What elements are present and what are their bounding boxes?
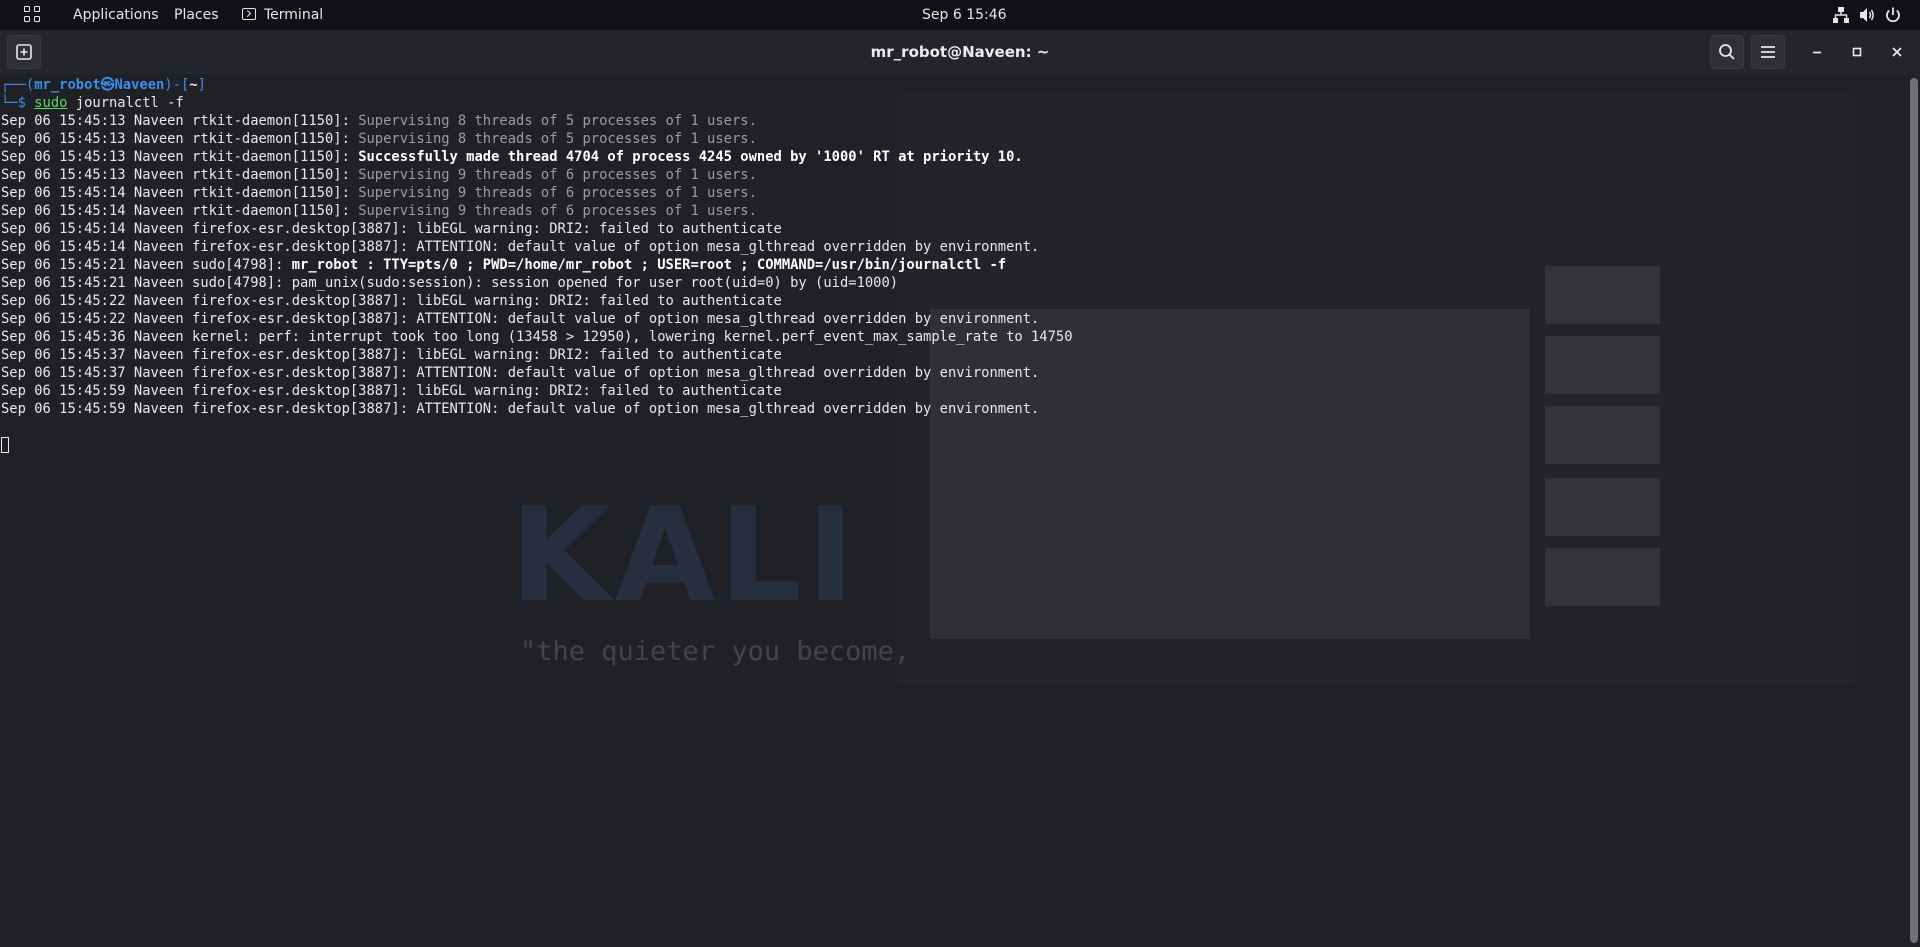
- log-prefix: Sep 06 15:45:37 Naveen firefox-esr.deskt…: [1, 347, 417, 363]
- log-message: libEGL warning: DRI2: failed to authenti…: [416, 347, 782, 363]
- log-line: Sep 06 15:45:22 Naveen firefox-esr.deskt…: [1, 292, 782, 310]
- log-message: libEGL warning: DRI2: failed to authenti…: [416, 221, 782, 237]
- scrollbar-thumb[interactable]: [1910, 78, 1918, 943]
- log-prefix: Sep 06 15:45:59 Naveen firefox-esr.deskt…: [1, 383, 417, 399]
- prompt-close: ]: [197, 77, 206, 93]
- search-button[interactable]: [1710, 35, 1744, 69]
- apps-grid-icon[interactable]: [24, 6, 42, 24]
- terminal-titlebar: mr_robot@Naveen: ~: [0, 30, 1920, 74]
- log-prefix: Sep 06 15:45:13 Naveen rtkit-daemon[1150…: [1, 167, 359, 183]
- log-message: libEGL warning: DRI2: failed to authenti…: [416, 293, 782, 309]
- log-message: Supervising 8 threads of 5 processes of …: [358, 113, 757, 129]
- prompt-line-1: ┌──(mr_robot㉿Naveen)-[~]: [1, 76, 206, 94]
- log-prefix: Sep 06 15:45:13 Naveen rtkit-daemon[1150…: [1, 149, 359, 165]
- log-prefix: Sep 06 15:45:36 Naveen kernel:: [1, 329, 259, 345]
- log-prefix: Sep 06 15:45:13 Naveen rtkit-daemon[1150…: [1, 131, 359, 147]
- log-message: ATTENTION: default value of option mesa_…: [416, 401, 1040, 417]
- log-prefix: Sep 06 15:45:13 Naveen rtkit-daemon[1150…: [1, 113, 359, 129]
- log-line: Sep 06 15:45:37 Naveen firefox-esr.deskt…: [1, 346, 782, 364]
- minimize-icon[interactable]: [1805, 40, 1829, 64]
- terminal-output: ┌──(mr_robot㉿Naveen)-[~] └─$ sudo journa…: [0, 74, 1900, 947]
- log-prefix: Sep 06 15:45:22 Naveen firefox-esr.deskt…: [1, 293, 417, 309]
- prompt-open: ┌──(: [1, 77, 35, 93]
- maximize-icon[interactable]: [1845, 40, 1869, 64]
- search-icon: [1719, 44, 1735, 60]
- log-prefix: Sep 06 15:45:14 Naveen rtkit-daemon[1150…: [1, 203, 359, 219]
- log-prefix: Sep 06 15:45:59 Naveen firefox-esr.deskt…: [1, 401, 417, 417]
- log-line: Sep 06 15:45:22 Naveen firefox-esr.deskt…: [1, 310, 1039, 328]
- log-line: Sep 06 15:45:13 Naveen rtkit-daemon[1150…: [1, 166, 757, 184]
- log-line: Sep 06 15:45:21 Naveen sudo[4798]: mr_ro…: [1, 256, 1006, 274]
- menu-button[interactable]: [1751, 35, 1785, 69]
- log-message: ATTENTION: default value of option mesa_…: [416, 239, 1040, 255]
- terminal-cursor: [1, 437, 9, 453]
- log-prefix: Sep 06 15:45:14 Naveen firefox-esr.deskt…: [1, 239, 417, 255]
- log-message: Supervising 9 threads of 6 processes of …: [358, 167, 757, 183]
- prompt-user: mr_robot㉿Naveen: [34, 77, 165, 93]
- log-prefix: Sep 06 15:45:21 Naveen sudo[4798]:: [1, 257, 292, 273]
- terminal-icon: [242, 8, 256, 20]
- log-message: pam_unix(sudo:session): session opened f…: [291, 275, 899, 291]
- prompt-dir: ~: [189, 77, 198, 93]
- log-line: Sep 06 15:45:37 Naveen firefox-esr.deskt…: [1, 364, 1039, 382]
- log-line: Sep 06 15:45:13 Naveen rtkit-daemon[1150…: [1, 112, 757, 130]
- log-line: Sep 06 15:45:13 Naveen rtkit-daemon[1150…: [1, 130, 757, 148]
- volume-icon[interactable]: [1858, 6, 1876, 24]
- log-message: Supervising 9 threads of 6 processes of …: [358, 185, 757, 201]
- log-line: Sep 06 15:45:59 Naveen firefox-esr.deskt…: [1, 382, 782, 400]
- log-line: Sep 06 15:45:13 Naveen rtkit-daemon[1150…: [1, 148, 1023, 166]
- hamburger-menu-icon: [1761, 46, 1775, 58]
- network-icon[interactable]: [1832, 6, 1850, 24]
- close-icon[interactable]: [1885, 40, 1909, 64]
- terminal-taskbar-label: Terminal: [264, 7, 324, 23]
- log-message: ATTENTION: default value of option mesa_…: [416, 311, 1040, 327]
- log-line: Sep 06 15:45:14 Naveen rtkit-daemon[1150…: [1, 184, 757, 202]
- prompt-mid: )-[: [164, 77, 190, 93]
- log-line: Sep 06 15:45:14 Naveen firefox-esr.deskt…: [1, 220, 782, 238]
- places-menu[interactable]: Places: [174, 0, 219, 30]
- applications-menu[interactable]: Applications: [73, 0, 159, 30]
- log-line: Sep 06 15:45:14 Naveen rtkit-daemon[1150…: [1, 202, 757, 220]
- command-args: journalctl -f: [67, 95, 184, 111]
- log-message: Supervising 8 threads of 5 processes of …: [358, 131, 757, 147]
- log-prefix: Sep 06 15:45:21 Naveen sudo[4798]:: [1, 275, 292, 291]
- prompt-arrow: └─$: [1, 95, 35, 111]
- log-prefix: Sep 06 15:45:14 Naveen firefox-esr.deskt…: [1, 221, 417, 237]
- log-message: perf: interrupt took too long (13458 > 1…: [258, 329, 1073, 345]
- log-prefix: Sep 06 15:45:14 Naveen rtkit-daemon[1150…: [1, 185, 359, 201]
- window-title: mr_robot@Naveen: ~: [870, 43, 1050, 61]
- log-line: Sep 06 15:45:21 Naveen sudo[4798]: pam_u…: [1, 274, 898, 292]
- log-message: libEGL warning: DRI2: failed to authenti…: [416, 383, 782, 399]
- log-prefix: Sep 06 15:45:37 Naveen firefox-esr.deskt…: [1, 365, 417, 381]
- log-message: Supervising 9 threads of 6 processes of …: [358, 203, 757, 219]
- log-message: Successfully made thread 4704 of process…: [358, 149, 1023, 165]
- terminal-taskbar-item[interactable]: Terminal: [242, 0, 323, 30]
- log-prefix: Sep 06 15:45:22 Naveen firefox-esr.deskt…: [1, 311, 417, 327]
- log-message: mr_robot : TTY=pts/0 ; PWD=/home/mr_robo…: [291, 257, 1007, 273]
- log-line: Sep 06 15:45:36 Naveen kernel: perf: int…: [1, 328, 1073, 346]
- log-message: ATTENTION: default value of option mesa_…: [416, 365, 1040, 381]
- terminal-area[interactable]: KALI "the quieter you become, ┌──(mr_rob…: [0, 74, 1920, 947]
- clock[interactable]: Sep 6 15:46: [922, 0, 1007, 30]
- log-line: Sep 06 15:45:14 Naveen firefox-esr.deskt…: [1, 238, 1039, 256]
- prompt-line-2: └─$ sudo journalctl -f: [1, 94, 184, 112]
- power-icon[interactable]: [1884, 6, 1902, 24]
- scrollbar-track[interactable]: [1908, 74, 1920, 947]
- log-line: Sep 06 15:45:59 Naveen firefox-esr.deskt…: [1, 400, 1039, 418]
- top-panel: Applications Places Terminal Sep 6 15:46: [0, 0, 1920, 30]
- command-name: sudo: [34, 95, 68, 111]
